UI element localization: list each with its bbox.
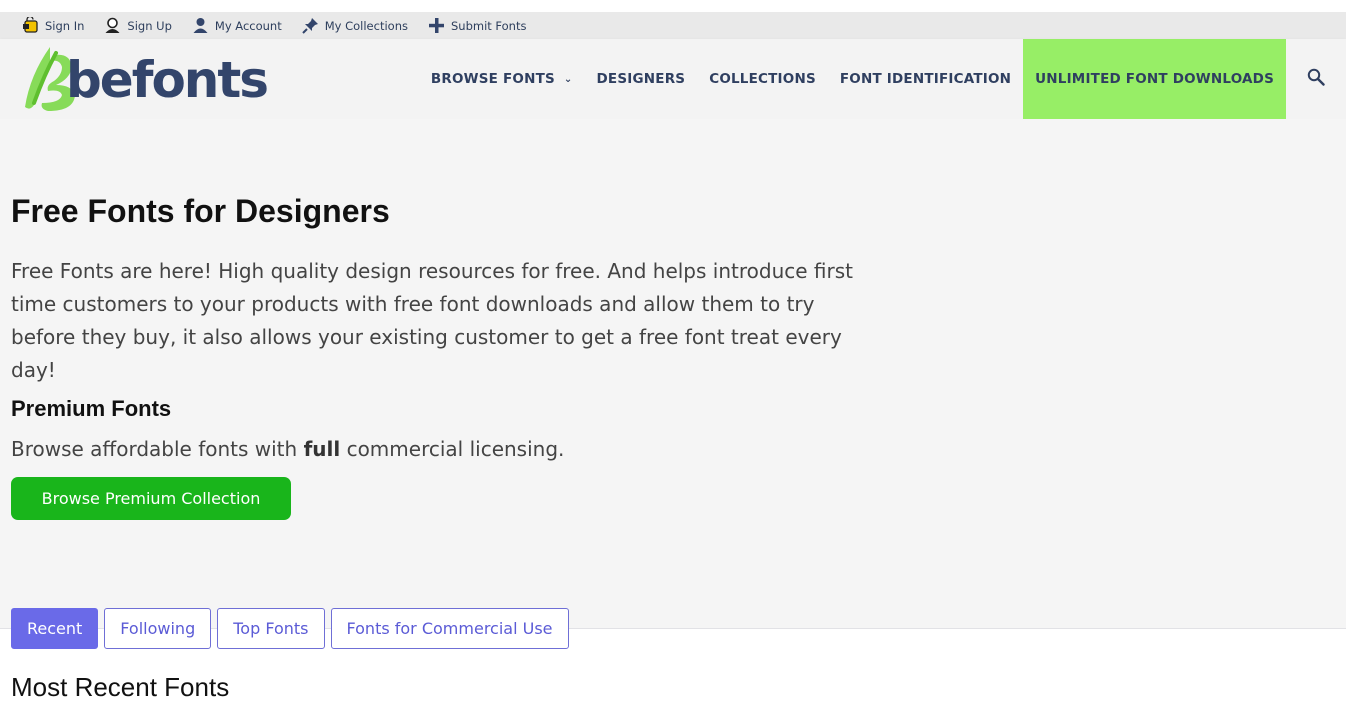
nav-browse-fonts-label: BROWSE FONTS bbox=[430, 71, 555, 87]
page-title: Free Fonts for Designers bbox=[11, 193, 390, 229]
premium-text-after: commercial licensing. bbox=[340, 437, 565, 461]
nav-browse-fonts[interactable]: BROWSE FONTS ⌄ bbox=[419, 39, 585, 119]
utility-bar: Sign In Sign Up My Account My Collection… bbox=[0, 12, 1346, 39]
tab-recent[interactable]: Recent bbox=[11, 608, 99, 649]
browse-premium-button[interactable]: Browse Premium Collection bbox=[11, 477, 291, 520]
nav-font-identification[interactable]: FONT IDENTIFICATION bbox=[828, 39, 1023, 119]
tab-top-fonts[interactable]: Top Fonts bbox=[217, 608, 325, 649]
sign-in-link[interactable]: Sign In bbox=[22, 15, 85, 34]
plus-icon bbox=[428, 17, 445, 34]
search-button[interactable] bbox=[1286, 39, 1346, 119]
nav-collections[interactable]: COLLECTIONS bbox=[697, 39, 828, 119]
nav-font-identification-label: FONT IDENTIFICATION bbox=[839, 71, 1012, 87]
nav-designers[interactable]: DESIGNERS bbox=[585, 39, 698, 119]
sign-up-link[interactable]: Sign Up bbox=[104, 17, 172, 34]
premium-title: Premium Fonts bbox=[11, 396, 172, 421]
site-header: befonts BROWSE FONTS ⌄ DESIGNERS COLLECT… bbox=[0, 39, 1346, 119]
account-icon bbox=[192, 17, 209, 34]
sign-up-icon bbox=[104, 17, 121, 34]
premium-text-bold: full bbox=[303, 437, 341, 461]
sign-up-label: Sign Up bbox=[127, 18, 172, 33]
tab-commercial-use[interactable]: Fonts for Commercial Use bbox=[330, 608, 569, 649]
chevron-down-icon: ⌄ bbox=[563, 73, 573, 85]
nav-unlimited-downloads[interactable]: UNLIMITED FONT DOWNLOADS bbox=[1023, 39, 1286, 119]
top-strip bbox=[0, 0, 1346, 12]
nav-unlimited-downloads-label: UNLIMITED FONT DOWNLOADS bbox=[1035, 71, 1274, 87]
premium-description: Browse affordable fonts with full commer… bbox=[11, 437, 564, 461]
submit-fonts-label: Submit Fonts bbox=[450, 18, 527, 33]
tab-following[interactable]: Following bbox=[104, 608, 212, 649]
logo-text: befonts bbox=[66, 51, 269, 109]
sign-in-label: Sign In bbox=[45, 18, 85, 33]
hero-section: Free Fonts for Designers Free Fonts are … bbox=[0, 119, 1346, 628]
sign-in-icon bbox=[22, 15, 39, 34]
my-collections-label: My Collections bbox=[324, 18, 408, 33]
search-icon bbox=[1307, 68, 1325, 90]
section-title: Most Recent Fonts bbox=[11, 672, 230, 702]
nav-collections-label: COLLECTIONS bbox=[709, 71, 816, 87]
hero-description: Free Fonts are here! High quality design… bbox=[11, 259, 853, 382]
my-collections-link[interactable]: My Collections bbox=[302, 17, 408, 34]
main-nav: BROWSE FONTS ⌄ DESIGNERS COLLECTIONS FON… bbox=[419, 39, 1346, 119]
font-tabs: Recent Following Top Fonts Fonts for Com… bbox=[11, 608, 569, 649]
site-logo[interactable]: befonts bbox=[20, 45, 269, 115]
submit-fonts-link[interactable]: Submit Fonts bbox=[428, 17, 526, 34]
my-account-label: My Account bbox=[214, 18, 282, 33]
pin-icon bbox=[302, 17, 319, 34]
nav-designers-label: DESIGNERS bbox=[596, 71, 686, 87]
my-account-link[interactable]: My Account bbox=[192, 17, 282, 34]
premium-text-before: Browse affordable fonts with bbox=[11, 437, 304, 461]
